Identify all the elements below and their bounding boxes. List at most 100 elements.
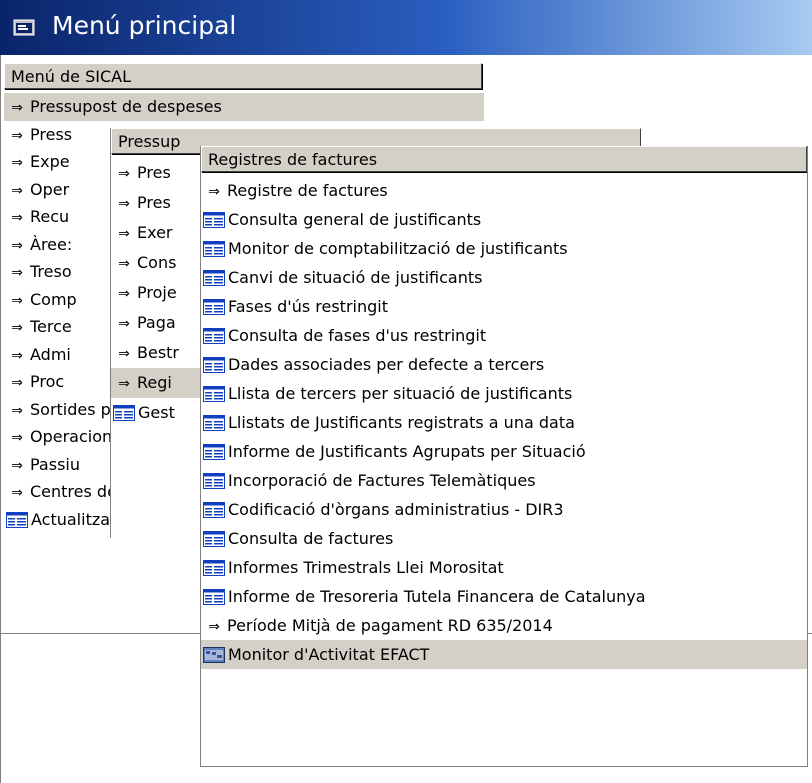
submenu-arrow-icon: ⇒ [11, 485, 23, 501]
menu-item[interactable]: Monitor de comptabilització de justifica… [201, 234, 807, 263]
menu-item-label: Terce [30, 317, 72, 336]
menu-item[interactable]: Codificació d'òrgans administratius - DI… [201, 495, 807, 524]
menu-item[interactable]: Incorporació de Factures Telemàtiques [201, 466, 807, 495]
submenu-arrow-icon: ⇒ [11, 265, 23, 281]
menu-item-label: Informes Trimestrals Llei Morositat [228, 558, 504, 577]
menu-item[interactable]: Consulta de fases d'us restringit [201, 321, 807, 350]
menu-item-label: Treso [30, 262, 72, 281]
menu-item-label: Proje [137, 283, 177, 302]
menu-item-label: Recu [30, 207, 70, 226]
form-list-icon [203, 212, 225, 228]
menu-item-label: Pres [137, 193, 171, 212]
menu-item-label: Proc [30, 372, 65, 391]
menu-item-label: Exer [137, 223, 173, 242]
submenu-arrow-icon: ⇒ [118, 346, 130, 362]
menu-registres-factures: Registres de factures ⇒ Registre de factu… [200, 146, 808, 767]
web-monitor-icon [203, 647, 225, 663]
form-list-icon [203, 386, 225, 402]
menu-item-label: Passiu [30, 454, 80, 474]
form-list-icon [203, 502, 225, 518]
form-list-icon [203, 415, 225, 431]
menu-item-label: Àree: [30, 234, 73, 254]
menu-item-label: Gest [138, 403, 175, 422]
submenu-arrow-icon: ⇒ [118, 286, 130, 302]
menu-item-label: Regi [137, 368, 176, 398]
menu-item[interactable]: ⇒ Període Mitjà de pagament RD 635/2014 [201, 611, 807, 640]
form-list-icon [113, 405, 135, 421]
submenu-arrow-icon: ⇒ [118, 166, 130, 182]
menu-item-label: Oper [30, 179, 70, 199]
form-list-icon [203, 589, 225, 605]
menu-item-label: Fases d'ús restringit [228, 297, 388, 316]
menu-item[interactable]: Consulta general de justificants [201, 205, 807, 234]
form-list-icon [203, 241, 225, 257]
submenu-arrow-icon: ⇒ [11, 347, 23, 364]
submenu-arrow-icon: ⇒ [11, 430, 23, 446]
form-list-icon [203, 270, 225, 286]
menu-item[interactable]: Fases d'ús restringit [201, 292, 807, 321]
menu-item-label: Pres [137, 163, 171, 182]
submenu-arrow-icon: ⇒ [118, 196, 130, 212]
menu-item[interactable]: Canvi de situació de justificants [201, 263, 807, 292]
submenu-arrow-icon: ⇒ [11, 182, 23, 199]
form-list-icon [203, 328, 225, 344]
menu-item-label: Dades associades per defecte a tercers [228, 355, 545, 374]
menu-item-label: Incorporació de Factures Telemàtiques [228, 471, 536, 490]
menu-item[interactable]: Informe de Justificants Agrupats per Sit… [201, 437, 807, 466]
submenu-arrow-icon: ⇒ [11, 100, 23, 116]
submenu-arrow-icon: ⇒ [11, 320, 23, 336]
menu-item-label: Consulta de factures [228, 529, 394, 548]
menu-item-label: Registre de factures [227, 181, 388, 200]
menu-item-label: Press [30, 124, 73, 144]
form-list-icon [203, 531, 225, 547]
form-list-icon [203, 444, 225, 460]
menu-item-label: Consulta general de justificants [228, 210, 482, 229]
submenu-arrow-icon: ⇒ [208, 619, 220, 635]
form-list-icon [203, 357, 225, 373]
menu-item-label: Comp [30, 289, 77, 309]
window-app-icon [13, 19, 35, 36]
title-bar[interactable]: Menú principal [0, 0, 812, 55]
menu-item[interactable]: Consulta de factures [201, 524, 807, 553]
submenu-arrow-icon: ⇒ [118, 376, 130, 392]
submenu-arrow-icon: ⇒ [118, 316, 130, 332]
menu-item-label: Consulta de fases d'us restringit [228, 326, 487, 345]
submenu-arrow-icon: ⇒ [11, 375, 23, 391]
menu-item-label: Expe [30, 152, 70, 171]
menu-item[interactable]: Dades associades per defecte a tercers [201, 350, 807, 379]
menu-registres-header: Registres de factures [201, 146, 807, 172]
form-list-icon [203, 473, 225, 489]
submenu-arrow-icon: ⇒ [11, 155, 23, 171]
menu-item[interactable]: Llista de tercers per situació de justif… [201, 379, 807, 408]
submenu-arrow-icon: ⇒ [118, 256, 130, 272]
menu-item[interactable]: ⇒ Pressupost de despeses [4, 93, 484, 121]
submenu-arrow-icon: ⇒ [11, 237, 23, 254]
menu-item-label: Codificació d'òrgans administratius - DI… [228, 500, 564, 519]
submenu-arrow-icon: ⇒ [11, 210, 23, 226]
menu-item-label: Canvi de situació de justificants [228, 268, 483, 287]
menu-registres-items: ⇒ Registre de factures Consulta general de… [201, 176, 807, 669]
menu-item[interactable]: ⇒ Registre de factures [201, 176, 807, 205]
submenu-arrow-icon: ⇒ [11, 292, 23, 309]
submenu-arrow-icon: ⇒ [11, 457, 23, 474]
submenu-arrow-icon: ⇒ [11, 127, 23, 144]
form-list-icon [6, 511, 28, 528]
submenu-arrow-icon: ⇒ [208, 184, 220, 200]
menu-item-label: Període Mitjà de pagament RD 635/2014 [227, 616, 553, 635]
form-list-icon [203, 299, 225, 315]
window-title: Menú principal [52, 11, 237, 40]
menu-item-label: Llista de tercers per situació de justif… [228, 384, 573, 403]
menu-item-label: Cons [137, 253, 177, 272]
menu-item-label: Monitor d'Activitat EFACT [228, 640, 434, 669]
submenu-arrow-icon: ⇒ [11, 402, 23, 419]
menu-item[interactable]: Informes Trimestrals Llei Morositat [201, 553, 807, 582]
menu-item-label: Informe de Tresoreria Tutela Financera d… [228, 587, 646, 606]
menu-item[interactable]: Monitor d'Activitat EFACT [201, 640, 807, 669]
menu-item-label: Llistats de Justificants registrats a un… [228, 413, 575, 432]
menu-item-label: Bestr [137, 343, 180, 362]
menu-item[interactable]: Informe de Tresoreria Tutela Financera d… [201, 582, 807, 611]
menu-item-label: Monitor de comptabilització de justifica… [228, 239, 568, 258]
menu-item-label: Pressupost de despeses [30, 93, 226, 121]
menu-item[interactable]: Llistats de Justificants registrats a un… [201, 408, 807, 437]
menu-item-label: Informe de Justificants Agrupats per Sit… [228, 442, 586, 461]
